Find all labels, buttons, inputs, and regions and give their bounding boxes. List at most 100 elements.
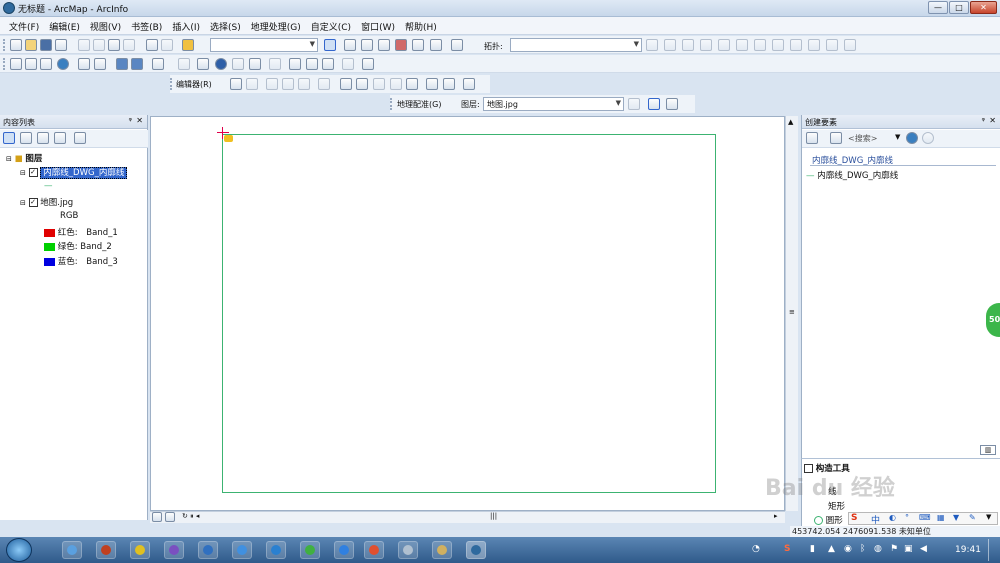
zoom-out-icon[interactable] (25, 58, 37, 70)
python-window-icon[interactable] (412, 39, 424, 51)
edit-vertices-icon[interactable] (340, 78, 352, 90)
rotate-georef-icon[interactable] (628, 98, 640, 110)
list-by-drawing-order-icon[interactable] (3, 132, 15, 144)
template-search-input[interactable]: <搜索> (848, 133, 877, 144)
battery-icon[interactable]: ▮ (810, 544, 815, 554)
minimize-button[interactable]: — (928, 1, 948, 14)
catalog-icon[interactable] (361, 39, 373, 51)
menu-windows[interactable]: 窗口(W) (356, 17, 400, 35)
tray-flag-icon[interactable]: ⚑ (890, 544, 898, 554)
taskbar-arcmap[interactable] (466, 541, 486, 559)
hyperlink-icon[interactable] (232, 58, 244, 70)
shirt-icon[interactable]: ▼ (953, 513, 959, 522)
taskbar-app-3[interactable] (130, 541, 150, 559)
arctoolbox-icon[interactable] (395, 39, 407, 51)
skin-icon[interactable]: ▦ (937, 513, 945, 522)
taskbar-app-10[interactable] (364, 541, 384, 559)
taskbar-app-7[interactable] (266, 541, 286, 559)
edit-tool-icon[interactable] (230, 78, 242, 90)
bluetooth-icon[interactable]: ᛒ (860, 544, 865, 554)
topology-tool-icon[interactable] (664, 39, 676, 51)
scale-combo[interactable]: ▼ (210, 38, 318, 52)
select-features-icon[interactable] (152, 58, 164, 70)
taskbar-app-8[interactable] (300, 541, 320, 559)
undo-icon[interactable] (146, 39, 158, 51)
layer-row-outline[interactable]: ⊟ ✓ 内廓线_DWG_内廓线 (20, 166, 128, 179)
menu-insert[interactable]: 插入(I) (167, 17, 205, 35)
clear-search-icon[interactable] (922, 132, 934, 144)
create-features-icon[interactable] (463, 78, 475, 90)
menu-selection[interactable]: 选择(S) (205, 17, 246, 35)
select-elements-icon[interactable] (197, 58, 209, 70)
toolbar-grip[interactable] (390, 98, 393, 110)
view-link-table-icon[interactable] (666, 98, 678, 110)
error-inspector-icon[interactable] (826, 39, 838, 51)
save-icon[interactable] (40, 39, 52, 51)
print-icon[interactable] (55, 39, 67, 51)
search-window-icon[interactable] (378, 39, 390, 51)
scroll-up-icon[interactable]: ▲ (788, 118, 793, 126)
half-width-icon[interactable]: ◐ (889, 513, 896, 522)
chinese-mode-icon[interactable]: 中 (871, 513, 880, 526)
taskbar-clock[interactable]: 19:41 (955, 545, 981, 555)
toolbar-grip[interactable] (3, 39, 6, 51)
redo-icon[interactable] (161, 39, 173, 51)
line-symbol[interactable]: — (44, 181, 53, 191)
show-hidden-icons-icon[interactable]: ▲ (828, 544, 835, 554)
list-by-source-icon[interactable] (20, 132, 32, 144)
refresh-icon[interactable]: ↻ ⏸ ◂ (182, 512, 199, 521)
whats-this-icon[interactable] (451, 39, 463, 51)
point-icon[interactable] (318, 78, 330, 90)
topology-rules-icon[interactable] (844, 39, 856, 51)
close-button[interactable]: ✕ (970, 1, 997, 14)
menu-edit[interactable]: 编辑(E) (44, 17, 85, 35)
edit-annotation-icon[interactable] (246, 78, 258, 90)
validate-topology-icon[interactable] (790, 39, 802, 51)
network-icon[interactable]: ◔ (752, 544, 760, 554)
maximize-button[interactable]: □ (949, 1, 969, 14)
reshape-icon[interactable] (356, 78, 368, 90)
back-extent-icon[interactable] (116, 58, 128, 70)
end-point-arc-icon[interactable] (282, 78, 294, 90)
feature-template-item[interactable]: — 内廓线_DWG_内廓线 (806, 169, 898, 181)
html-popup-icon[interactable] (249, 58, 261, 70)
add-data-icon[interactable] (182, 39, 194, 51)
trace-icon[interactable] (298, 78, 310, 90)
full-extent-icon[interactable] (57, 58, 69, 70)
scroll-thumb-grip[interactable]: ≡ (789, 308, 795, 316)
pin-icon[interactable]: ᵠ (982, 116, 985, 125)
fixed-zoom-in-icon[interactable] (78, 58, 90, 70)
layer-visibility-checkbox[interactable]: ✓ (28, 168, 38, 177)
volume-icon[interactable]: ◀ (920, 544, 927, 554)
copy-icon[interactable] (93, 39, 105, 51)
ime-menu-icon[interactable]: ▼ (986, 513, 991, 521)
planarize-icon[interactable] (772, 39, 784, 51)
clear-selection-icon[interactable] (178, 58, 190, 70)
wrench-icon[interactable]: ✎ (969, 513, 976, 522)
taskbar-app-12[interactable] (432, 541, 452, 559)
pin-icon[interactable]: ᵠ (129, 116, 132, 125)
toolbar-grip[interactable] (3, 58, 6, 70)
menu-file[interactable]: 文件(F) (4, 17, 44, 35)
sogou-icon[interactable]: S (851, 513, 857, 523)
organize-templates-icon[interactable] (830, 132, 842, 144)
floating-badge[interactable]: 50 (986, 303, 1000, 337)
editor-menu-button[interactable]: 编辑器(R) (176, 79, 212, 90)
add-control-points-icon[interactable] (648, 98, 660, 110)
menu-view[interactable]: 视图(V) (85, 17, 126, 35)
time-slider-icon[interactable] (342, 58, 354, 70)
topology-edit-icon[interactable] (646, 39, 658, 51)
map-canvas[interactable] (150, 116, 785, 511)
list-by-visibility-icon[interactable] (37, 132, 49, 144)
show-desktop-button[interactable] (988, 539, 998, 561)
go-to-xy-icon[interactable] (322, 58, 334, 70)
editor-toolbar-icon[interactable] (324, 39, 336, 51)
toolbar-grip[interactable] (170, 78, 173, 90)
sogou-tray-icon[interactable]: S (784, 544, 790, 554)
close-icon[interactable]: ✕ (989, 116, 996, 125)
tool-circle[interactable]: 圆形 (814, 514, 843, 526)
close-icon[interactable]: ✕ (136, 116, 143, 125)
fixed-zoom-out-icon[interactable] (94, 58, 106, 70)
menu-geoprocessing[interactable]: 地理处理(G) (246, 17, 306, 35)
list-by-selection-icon[interactable] (54, 132, 66, 144)
